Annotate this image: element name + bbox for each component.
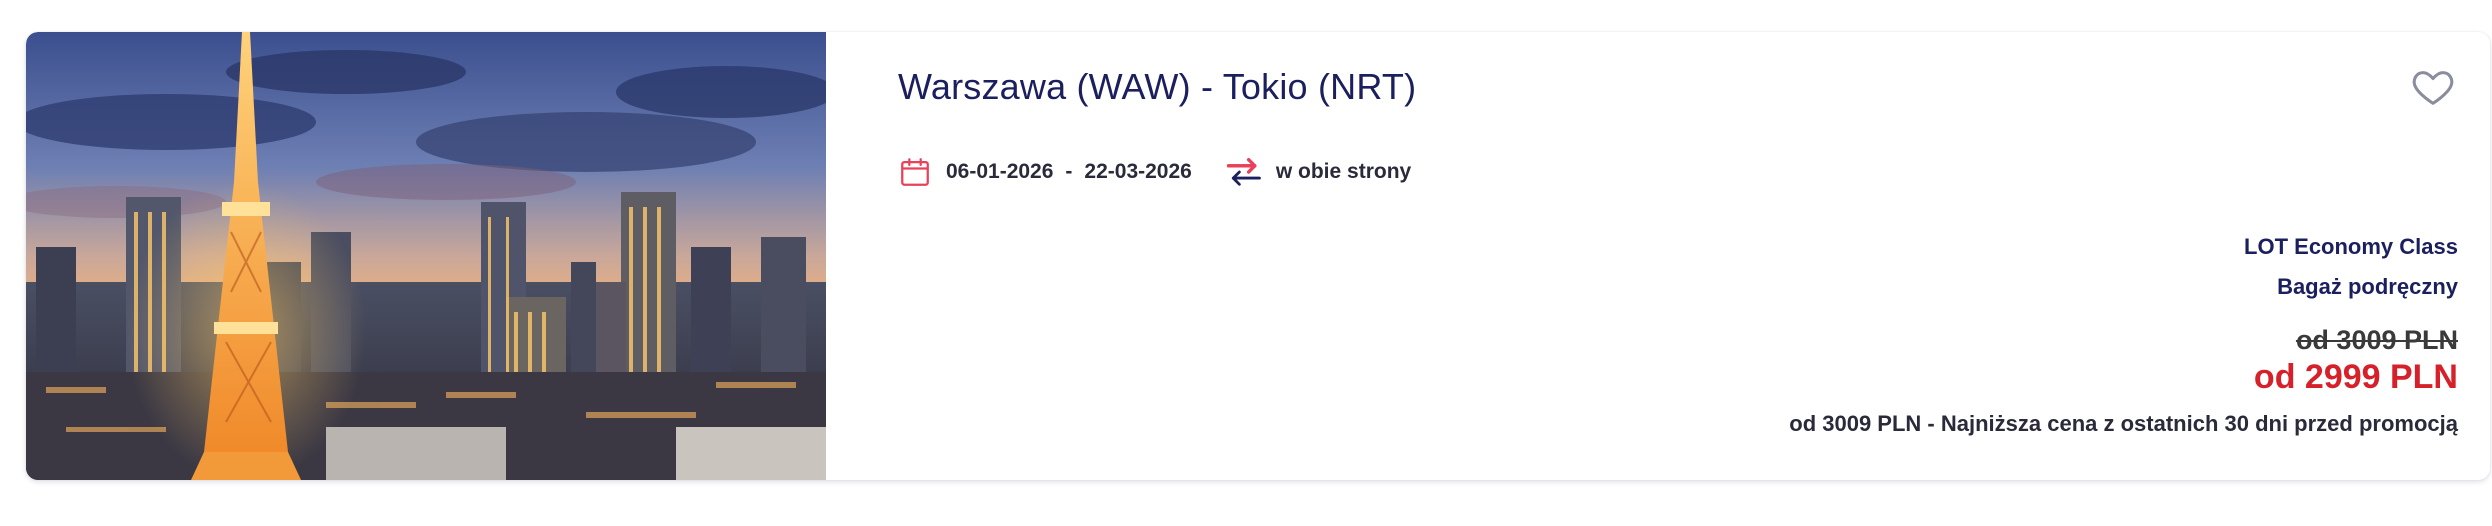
baggage-info: Bagaż podręczny [2277,274,2458,299]
old-price: od 3009 PLN [2295,325,2458,355]
route-title[interactable]: Warszawa (WAW) - Tokio (NRT) [898,66,1416,108]
date-to: 22-03-2026 [1084,160,1192,183]
lowest-price-note: od 3009 PLN - Najniższa cena z ostatnich… [1789,411,2458,436]
destination-photo[interactable] [26,32,826,480]
trip-type: w obie strony [1275,160,1412,183]
fare-summary: LOT Economy Class Bagaż podręczny od 300… [1789,232,2458,438]
favorite-button[interactable] [2410,64,2456,110]
promo-price: od 2999 PLN [2253,358,2458,396]
offer-card[interactable]: Warszawa (WAW) - Tokio (NRT) 06-01-2026 … [26,32,2490,480]
cabin-class: LOT Economy Class [2244,234,2458,259]
heart-outline-icon [2412,71,2454,105]
date-separator: - [1065,160,1073,183]
offer-details-panel: Warszawa (WAW) - Tokio (NRT) 06-01-2026 … [826,32,2490,480]
calendar-icon [901,158,929,186]
trip-meta: 06-01-2026 - 22-03-2026 w obie strony [898,152,1411,192]
tokyo-skyline-image [26,32,826,480]
date-from: 06-01-2026 [946,160,1054,183]
round-trip-arrows-icon [1226,158,1261,186]
